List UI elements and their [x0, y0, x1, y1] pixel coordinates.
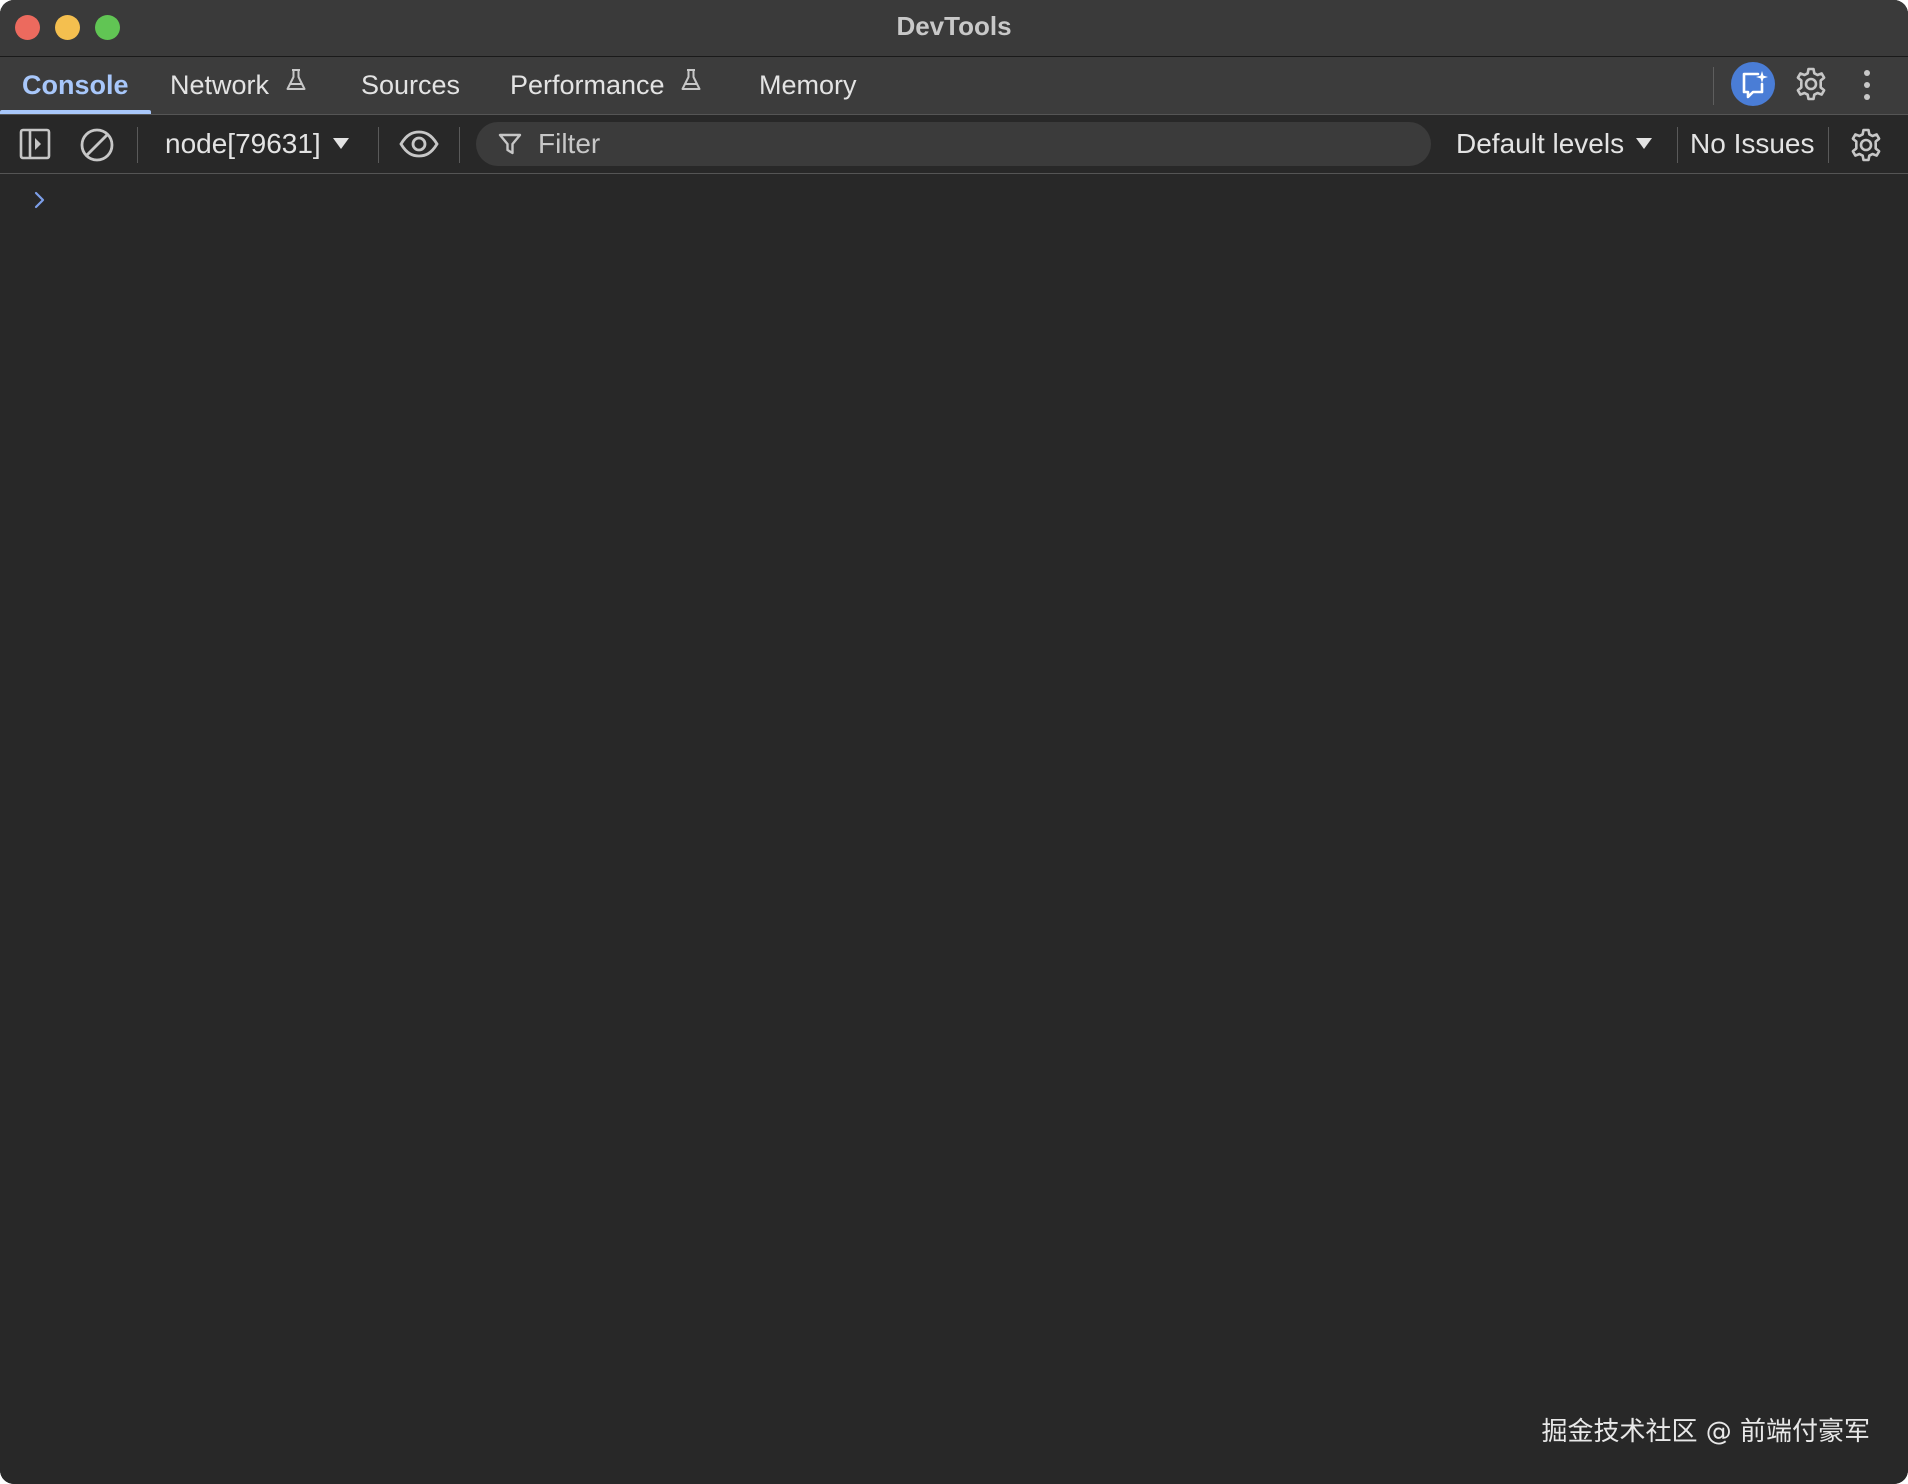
clear-console-button[interactable] — [79, 127, 115, 168]
window-title: DevTools — [896, 11, 1012, 41]
log-levels-dropdown[interactable]: Default levels — [1456, 115, 1653, 173]
filter-icon — [498, 132, 522, 161]
toolbar-divider — [1677, 127, 1678, 163]
toolbar-divider — [1828, 127, 1829, 163]
devtools-window: DevTools Console Network Sources Perform… — [0, 0, 1908, 1484]
console-output-area[interactable]: 掘金技术社区 @ 前端付豪军 — [0, 174, 1908, 1484]
tab-label: Performance — [510, 70, 665, 100]
kebab-menu-icon — [1864, 70, 1870, 100]
flask-icon — [680, 55, 702, 112]
tab-label: Sources — [361, 70, 461, 100]
live-expression-button[interactable] — [398, 128, 440, 165]
console-settings-button[interactable] — [1848, 127, 1884, 168]
prompt-chevron-icon — [34, 191, 45, 209]
levels-label: Default levels — [1456, 128, 1625, 159]
ai-assistance-icon — [1742, 71, 1768, 99]
title-bar: DevTools — [0, 0, 1908, 57]
console-prompt[interactable] — [33, 188, 47, 217]
more-options-button[interactable] — [1862, 67, 1872, 108]
tab-bar-divider — [1713, 67, 1714, 105]
issues-counter[interactable]: No Issues — [1690, 115, 1815, 173]
console-toolbar: node[79631] Default levels No Issues — [0, 115, 1908, 174]
tab-network[interactable]: Network — [148, 57, 329, 114]
eye-icon — [399, 130, 439, 158]
ai-assistance-button[interactable] — [1731, 62, 1775, 106]
tab-label: Console — [22, 70, 129, 100]
tab-label: Network — [170, 70, 270, 100]
tab-console[interactable]: Console — [0, 57, 151, 114]
filter-input[interactable] — [538, 122, 1398, 166]
tab-label: Memory — [759, 70, 857, 100]
toolbar-divider — [459, 127, 460, 163]
settings-button[interactable] — [1793, 66, 1829, 107]
toolbar-divider — [137, 127, 138, 163]
gear-icon — [1851, 128, 1881, 162]
filter-box — [476, 122, 1431, 166]
tab-performance[interactable]: Performance — [488, 57, 724, 114]
tab-sources[interactable]: Sources — [339, 57, 482, 114]
chevron-down-icon — [1636, 138, 1653, 150]
clear-console-icon — [80, 128, 114, 162]
panel-tab-bar: Console Network Sources Performance Memo… — [0, 57, 1908, 115]
js-context-selector[interactable]: node[79631] — [165, 115, 349, 173]
sidebar-toggle-button[interactable] — [19, 127, 51, 166]
chevron-down-icon — [332, 138, 349, 150]
sidebar-toggle-icon — [19, 128, 51, 160]
flask-icon — [285, 55, 307, 112]
watermark: 掘金技术社区 @ 前端付豪军 — [1541, 1417, 1870, 1447]
toolbar-divider — [378, 127, 379, 163]
context-label: node[79631] — [165, 128, 321, 159]
gear-icon — [1796, 67, 1826, 101]
tab-memory[interactable]: Memory — [737, 57, 879, 114]
